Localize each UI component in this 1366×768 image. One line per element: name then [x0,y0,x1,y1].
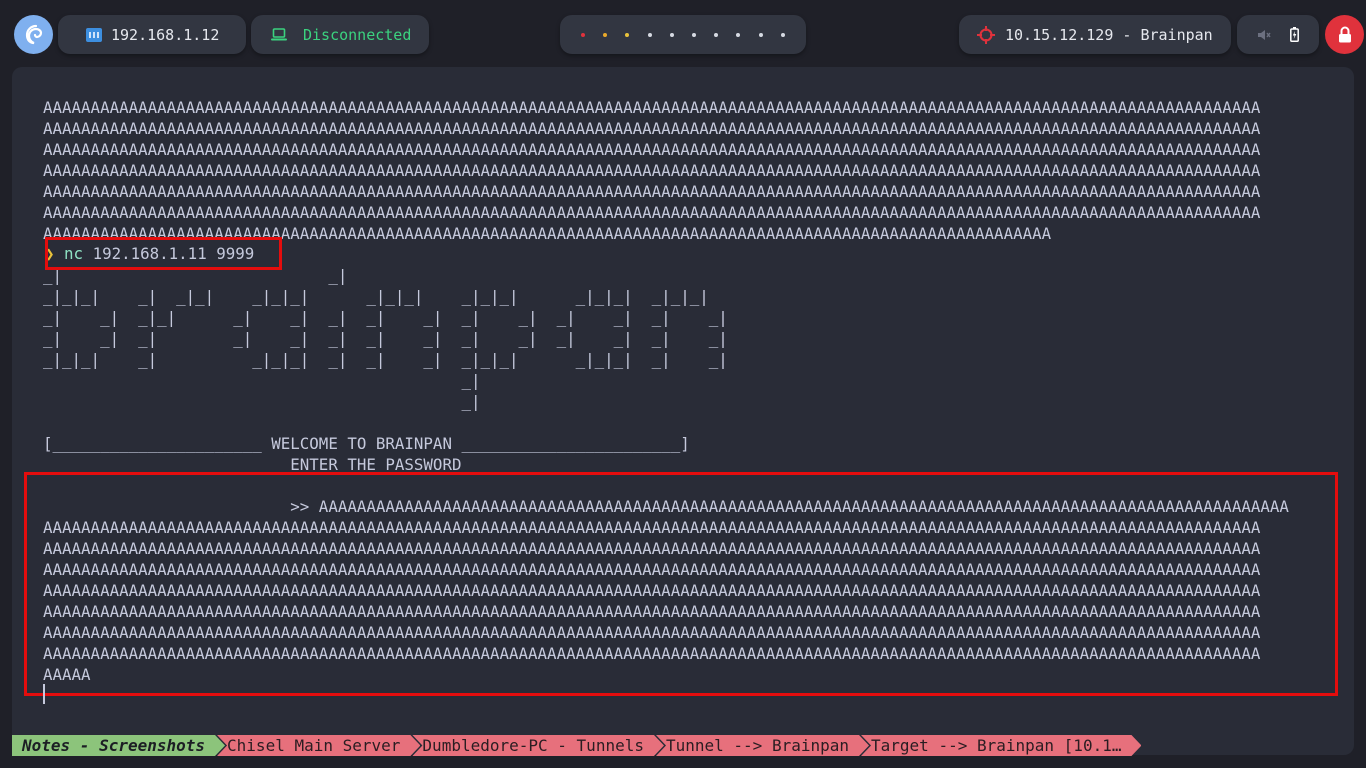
workspace-dot-8[interactable] [736,32,741,37]
tab-chisel-main-server[interactable]: Chisel Main Server [217,735,420,756]
workspace-dot-6[interactable] [692,32,697,37]
brainpan-banner: _| _| _|_|_| _| _|_| _|_|_| _|_|_| _|_|_… [43,266,728,411]
workspace-dot-3[interactable] [625,32,630,37]
debian-swirl-icon[interactable] [14,15,53,54]
target-widget[interactable]: 10.15.12.129 - Brainpan [959,15,1231,54]
crosshair-icon [977,25,995,44]
prior-output: AAAAAAAAAAAAAAAAAAAAAAAAAAAAAAAAAAAAAAAA… [43,98,1261,243]
workspace-dot-10[interactable] [780,32,785,37]
tab-target-brainpan[interactable]: Target --> Brainpan [10.1… [861,735,1141,756]
battery-icon[interactable] [1290,27,1300,42]
tab-dumbledore-pc-tunnels[interactable]: Dumbledore-PC - Tunnels [412,735,664,756]
system-tray[interactable] [1237,15,1319,54]
command-highlight-box [45,237,282,270]
vpn-status-text: Disconnected [303,25,412,44]
speaker-muted-icon[interactable] [1257,28,1271,42]
tab-notes-screenshots[interactable]: Notes - Screenshots [12,735,225,756]
text-cursor [43,684,45,704]
workspace-indicator[interactable] [560,15,806,54]
workspace-dot-7[interactable] [714,32,719,37]
lock-icon[interactable] [1325,15,1364,54]
laptop-icon [271,28,287,41]
workspace-dot-5[interactable] [669,32,674,37]
workspace-dot-9[interactable] [758,32,763,37]
vpn-status-widget[interactable]: Disconnected [251,15,429,54]
workspace-dot-1[interactable] [581,32,586,37]
terminal-window[interactable]: AAAAAAAAAAAAAAAAAAAAAAAAAAAAAAAAAAAAAAAA… [12,67,1354,755]
tab-tunnel-brainpan[interactable]: Tunnel --> Brainpan [656,735,869,756]
welcome-line: [______________________ WELCOME TO BRAIN… [43,434,690,453]
local-ip-widget[interactable]: 192.168.1.12 [58,15,246,54]
workspace-dot-4[interactable] [647,32,652,37]
tmux-status-bar: Notes - Screenshots Chisel Main Server D… [12,735,1141,756]
overflow-highlight-box [24,472,1338,696]
target-label: 10.15.12.129 - Brainpan [1005,25,1213,44]
local-ip-text: 192.168.1.12 [111,25,220,44]
network-icon [86,27,102,42]
workspace-dot-2[interactable] [603,32,608,37]
